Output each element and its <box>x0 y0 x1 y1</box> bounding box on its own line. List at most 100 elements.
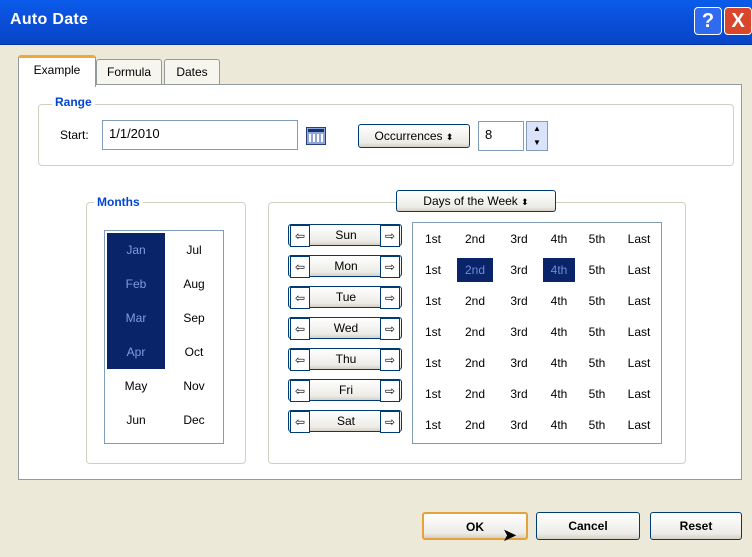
occurrence-thu-5th[interactable]: 5th <box>583 351 611 375</box>
month-oct[interactable]: Oct <box>165 335 223 369</box>
left-arrow-icon[interactable]: ⇦ <box>290 411 310 433</box>
occurrence-mon-5th[interactable]: 5th <box>583 258 611 282</box>
occurrence-sat-3rd[interactable]: 3rd <box>503 413 535 437</box>
occurrence-fri-3rd[interactable]: 3rd <box>503 382 535 406</box>
occurrence-mon-last[interactable]: Last <box>619 258 659 282</box>
occurrence-tue-3rd[interactable]: 3rd <box>503 289 535 313</box>
occurrence-thu-4th[interactable]: 4th <box>543 351 575 375</box>
left-arrow-icon[interactable]: ⇦ <box>290 225 310 247</box>
occurrence-thu-3rd[interactable]: 3rd <box>503 351 535 375</box>
days-of-week-dropdown[interactable]: Days of the Week ⬍ <box>396 190 556 212</box>
occurrence-tue-2nd[interactable]: 2nd <box>457 289 493 313</box>
mouse-cursor-icon: ➤ <box>502 525 518 545</box>
tab-dates[interactable]: Dates <box>164 59 220 85</box>
occurrence-wed-4th[interactable]: 4th <box>543 320 575 344</box>
tab-formula[interactable]: Formula <box>96 59 162 85</box>
start-date-input[interactable]: 1/1/2010 <box>102 120 298 150</box>
occurrence-wed-1st[interactable]: 1st <box>419 320 447 344</box>
days-dropdown-label: Days of the Week <box>423 194 518 208</box>
right-arrow-icon[interactable]: ⇨ <box>380 287 400 309</box>
occurrence-fri-last[interactable]: Last <box>619 382 659 406</box>
occurrence-tue-5th[interactable]: 5th <box>583 289 611 313</box>
right-arrow-icon[interactable]: ⇨ <box>380 349 400 371</box>
occurrences-label: Occurrences <box>374 129 443 143</box>
day-label: Fri <box>339 383 353 397</box>
day-button-sun[interactable]: ⇦ Sun ⇨ <box>288 224 402 247</box>
spin-down-icon[interactable]: ▼ <box>527 136 547 150</box>
occurrence-sun-1st[interactable]: 1st <box>419 227 447 251</box>
occurrences-dropdown[interactable]: Occurrences ⬍ <box>358 124 470 148</box>
occurrences-spinner[interactable]: ▲ ▼ <box>526 121 548 151</box>
occurrence-mon-2nd[interactable]: 2nd <box>457 258 493 282</box>
day-button-thu[interactable]: ⇦ Thu ⇨ <box>288 348 402 371</box>
occurrence-fri-5th[interactable]: 5th <box>583 382 611 406</box>
month-mar[interactable]: Mar <box>107 301 165 335</box>
occurrence-sun-2nd[interactable]: 2nd <box>457 227 493 251</box>
occurrence-thu-1st[interactable]: 1st <box>419 351 447 375</box>
occurrence-sun-5th[interactable]: 5th <box>583 227 611 251</box>
start-label: Start: <box>60 128 89 142</box>
occurrence-fri-1st[interactable]: 1st <box>419 382 447 406</box>
occurrence-wed-3rd[interactable]: 3rd <box>503 320 535 344</box>
occurrence-thu-last[interactable]: Last <box>619 351 659 375</box>
occurrence-tue-1st[interactable]: 1st <box>419 289 447 313</box>
month-dec[interactable]: Dec <box>165 403 223 437</box>
occurrence-sat-1st[interactable]: 1st <box>419 413 447 437</box>
occurrence-thu-2nd[interactable]: 2nd <box>457 351 493 375</box>
month-jul[interactable]: Jul <box>165 233 223 267</box>
occurrence-mon-4th[interactable]: 4th <box>543 258 575 282</box>
right-arrow-icon[interactable]: ⇨ <box>380 256 400 278</box>
occurrence-tue-last[interactable]: Last <box>619 289 659 313</box>
occurrence-fri-2nd[interactable]: 2nd <box>457 382 493 406</box>
month-aug[interactable]: Aug <box>165 267 223 301</box>
cancel-button[interactable]: Cancel <box>536 512 640 540</box>
left-arrow-icon[interactable]: ⇦ <box>290 380 310 402</box>
day-button-mon[interactable]: ⇦ Mon ⇨ <box>288 255 402 278</box>
occurrence-sun-last[interactable]: Last <box>619 227 659 251</box>
occurrence-tue-4th[interactable]: 4th <box>543 289 575 313</box>
month-apr[interactable]: Apr <box>107 335 165 369</box>
left-arrow-icon[interactable]: ⇦ <box>290 318 310 340</box>
day-button-wed[interactable]: ⇦ Wed ⇨ <box>288 317 402 340</box>
day-label: Sat <box>336 414 355 428</box>
reset-button[interactable]: Reset <box>650 512 742 540</box>
day-button-fri[interactable]: ⇦ Fri ⇨ <box>288 379 402 402</box>
occurrence-sat-2nd[interactable]: 2nd <box>457 413 493 437</box>
calendar-icon[interactable] <box>306 127 326 145</box>
months-legend: Months <box>94 195 143 209</box>
right-arrow-icon[interactable]: ⇨ <box>380 225 400 247</box>
title-bar: Auto Date ? X <box>0 0 752 45</box>
occurrence-sun-3rd[interactable]: 3rd <box>503 227 535 251</box>
month-jun[interactable]: Jun <box>107 403 165 437</box>
month-sep[interactable]: Sep <box>165 301 223 335</box>
close-button[interactable]: X <box>724 7 752 35</box>
month-nov[interactable]: Nov <box>165 369 223 403</box>
occurrence-fri-4th[interactable]: 4th <box>543 382 575 406</box>
month-feb[interactable]: Feb <box>107 267 165 301</box>
spin-up-icon[interactable]: ▲ <box>527 122 547 136</box>
occurrence-sat-4th[interactable]: 4th <box>543 413 575 437</box>
occurrence-wed-5th[interactable]: 5th <box>583 320 611 344</box>
day-button-tue[interactable]: ⇦ Tue ⇨ <box>288 286 402 309</box>
tab-example[interactable]: Example <box>18 55 96 87</box>
occurrence-mon-1st[interactable]: 1st <box>419 258 447 282</box>
occurrence-wed-last[interactable]: Last <box>619 320 659 344</box>
help-button[interactable]: ? <box>694 7 722 35</box>
occurrences-input[interactable]: 8 <box>478 121 524 151</box>
left-arrow-icon[interactable]: ⇦ <box>290 349 310 371</box>
occurrence-mon-3rd[interactable]: 3rd <box>503 258 535 282</box>
left-arrow-icon[interactable]: ⇦ <box>290 256 310 278</box>
occurrence-wed-2nd[interactable]: 2nd <box>457 320 493 344</box>
right-arrow-icon[interactable]: ⇨ <box>380 411 400 433</box>
day-button-sat[interactable]: ⇦ Sat ⇨ <box>288 410 402 433</box>
months-list: Jan Feb Mar Apr May Jun Jul Aug Sep Oct … <box>104 230 224 444</box>
left-arrow-icon[interactable]: ⇦ <box>290 287 310 309</box>
right-arrow-icon[interactable]: ⇨ <box>380 380 400 402</box>
occurrence-sat-last[interactable]: Last <box>619 413 659 437</box>
occurrence-sat-5th[interactable]: 5th <box>583 413 611 437</box>
occurrence-sun-4th[interactable]: 4th <box>543 227 575 251</box>
updown-arrows-icon: ⬍ <box>521 197 529 207</box>
month-jan[interactable]: Jan <box>107 233 165 267</box>
month-may[interactable]: May <box>107 369 165 403</box>
right-arrow-icon[interactable]: ⇨ <box>380 318 400 340</box>
